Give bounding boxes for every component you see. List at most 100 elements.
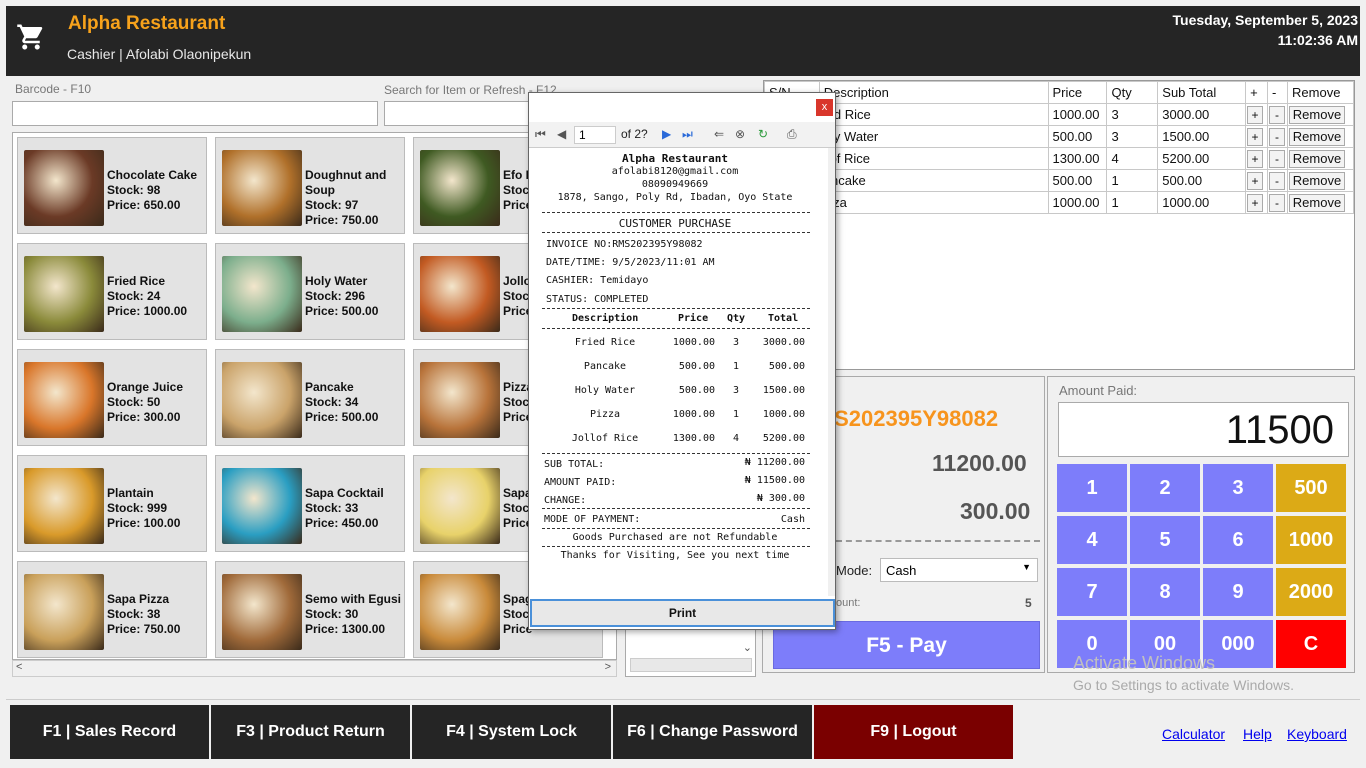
remove-item-button[interactable]: Remove: [1289, 127, 1346, 146]
product-card[interactable]: Pancake Stock: 34 Price: 500.00: [215, 349, 405, 446]
product-card[interactable]: Holy Water Stock: 296 Price: 500.00: [215, 243, 405, 340]
keypad-key[interactable]: 9: [1203, 568, 1273, 616]
page-number-input[interactable]: 1: [574, 126, 616, 144]
receipt-item-q: 4: [732, 433, 740, 444]
subtotal-value: 11200.00: [932, 450, 1027, 476]
remove-item-button[interactable]: Remove: [1289, 171, 1346, 190]
increase-qty-button[interactable]: +: [1247, 171, 1264, 190]
product-info: Pancake Stock: 34 Price: 500.00: [305, 380, 378, 425]
receipt-divider: [542, 232, 810, 233]
product-card[interactable]: Plantain Stock: 999 Price: 100.00: [17, 455, 207, 552]
product-card[interactable]: Chocolate Cake Stock: 98 Price: 650.00: [17, 137, 207, 234]
keypad-key[interactable]: 1000: [1276, 516, 1346, 564]
decrease-qty-button[interactable]: -: [1269, 193, 1286, 212]
printer-icon[interactable]: ⎙: [787, 127, 797, 142]
keyboard-link[interactable]: Keyboard: [1287, 726, 1347, 742]
receipt-datetime: DATE/TIME: 9/5/2023/11:01 AM: [546, 257, 715, 268]
decrease-qty-button[interactable]: -: [1269, 105, 1286, 124]
help-link[interactable]: Help: [1243, 726, 1272, 742]
prev-page-icon[interactable]: ◀: [557, 127, 566, 141]
cart-action-cell: -: [1267, 103, 1289, 126]
receipt-item-p: 500.00: [678, 361, 715, 372]
payment-mode-select[interactable]: Cash ▼: [880, 558, 1038, 582]
cart-subtotal: 1000.00: [1157, 191, 1247, 214]
first-page-icon[interactable]: ⏮: [535, 127, 546, 142]
receipt-divider: [542, 508, 810, 509]
category-scrollbar[interactable]: [630, 658, 752, 672]
keypad-key[interactable]: C: [1276, 620, 1346, 668]
product-card[interactable]: Fried Rice Stock: 24 Price: 1000.00: [17, 243, 207, 340]
increase-qty-button[interactable]: +: [1247, 193, 1264, 212]
cart-subtotal: 3000.00: [1157, 103, 1247, 126]
product-stock: Stock: 30: [305, 607, 359, 621]
product-price: Price: 750.00: [107, 622, 181, 636]
keypad-key[interactable]: 5: [1130, 516, 1200, 564]
increase-qty-button[interactable]: +: [1247, 105, 1264, 124]
change-password-button[interactable]: F6 | Change Password: [613, 705, 812, 759]
app-title: Alpha Restaurant: [68, 13, 226, 34]
remove-item-button[interactable]: Remove: [1289, 193, 1346, 212]
back-icon[interactable]: ⇐: [714, 127, 724, 141]
decrease-qty-button[interactable]: -: [1269, 149, 1286, 168]
next-page-icon[interactable]: ▶: [662, 127, 671, 141]
keypad-key[interactable]: 4: [1057, 516, 1127, 564]
keypad-key[interactable]: 8: [1130, 568, 1200, 616]
increase-qty-button[interactable]: +: [1247, 149, 1264, 168]
chevron-down-icon: ▼: [1022, 562, 1031, 572]
product-grid-scrollbar[interactable]: < >: [12, 660, 617, 677]
refresh-icon[interactable]: ↻: [758, 127, 768, 141]
cart-description: llof Rice: [818, 147, 1049, 170]
logout-button[interactable]: F9 | Logout: [814, 705, 1013, 759]
barcode-input[interactable]: [12, 101, 378, 126]
cart-price: 1300.00: [1047, 147, 1108, 170]
product-price: Price: 500.00: [305, 304, 379, 318]
keypad-key[interactable]: 2: [1130, 464, 1200, 512]
cashier-name: Cashier | Afolabi Olaonipekun: [67, 46, 252, 62]
cart-price: 1000.00: [1047, 103, 1108, 126]
last-page-icon[interactable]: ⏭: [682, 127, 693, 142]
product-stock: Stock: 34: [305, 395, 359, 409]
product-name: Doughnut and Soup: [305, 168, 387, 197]
stop-icon[interactable]: ⊗: [735, 127, 745, 141]
keypad-key[interactable]: 500: [1276, 464, 1346, 512]
cart-price: 500.00: [1047, 125, 1108, 148]
receipt-item-q: 3: [732, 385, 740, 396]
close-button[interactable]: x: [816, 99, 833, 116]
receipt-scrollbar[interactable]: [828, 148, 835, 596]
receipt-divider: [542, 546, 810, 547]
product-card[interactable]: Doughnut and Soup Stock: 97 Price: 750.00: [215, 137, 405, 234]
cart-action-cell: +: [1245, 191, 1269, 214]
product-image: [420, 150, 500, 226]
calculator-link[interactable]: Calculator: [1162, 726, 1225, 742]
keypad-key[interactable]: 6: [1203, 516, 1273, 564]
decrease-qty-button[interactable]: -: [1269, 171, 1286, 190]
product-card[interactable]: Sapa Pizza Stock: 38 Price: 750.00: [17, 561, 207, 658]
product-return-button[interactable]: F3 | Product Return: [211, 705, 410, 759]
search-input[interactable]: [384, 101, 534, 126]
cart-row: ied Rice 1000.00 3 3000.00 + - Remove: [764, 103, 1354, 126]
remove-item-button[interactable]: Remove: [1289, 149, 1346, 168]
cart-qty: 1: [1106, 169, 1159, 192]
receipt-item-d: Jollof Rice: [571, 433, 639, 444]
increase-qty-button[interactable]: +: [1247, 127, 1264, 146]
system-lock-button[interactable]: F4 | System Lock: [412, 705, 611, 759]
product-card[interactable]: Semo with Egusi Stock: 30 Price: 1300.00: [215, 561, 405, 658]
receipt-heading: CUSTOMER PURCHASE: [618, 217, 732, 230]
remove-item-button[interactable]: Remove: [1289, 105, 1346, 124]
col-price: Price: [1047, 81, 1108, 104]
decrease-qty-button[interactable]: -: [1269, 127, 1286, 146]
receipt-item-p: 1000.00: [672, 409, 715, 420]
keypad-key[interactable]: 3: [1203, 464, 1273, 512]
keypad-key[interactable]: 7: [1057, 568, 1127, 616]
product-card[interactable]: Orange Juice Stock: 50 Price: 300.00: [17, 349, 207, 446]
product-grid: Chocolate Cake Stock: 98 Price: 650.00 Doug…: [12, 132, 617, 660]
keypad-key[interactable]: 1: [1057, 464, 1127, 512]
pos-window: Alpha Restaurant Cashier | Afolabi Olaon…: [0, 0, 1366, 768]
receipt-thanks: Thanks for Visiting, See you next time: [560, 550, 790, 561]
sales-record-button[interactable]: F1 | Sales Record: [10, 705, 209, 759]
keypad-key[interactable]: 2000: [1276, 568, 1346, 616]
print-button[interactable]: Print: [530, 599, 835, 627]
amount-paid-input[interactable]: 11500: [1058, 402, 1349, 457]
receipt-item-q: 1: [732, 361, 740, 372]
product-card[interactable]: Sapa Cocktail Stock: 33 Price: 450.00: [215, 455, 405, 552]
